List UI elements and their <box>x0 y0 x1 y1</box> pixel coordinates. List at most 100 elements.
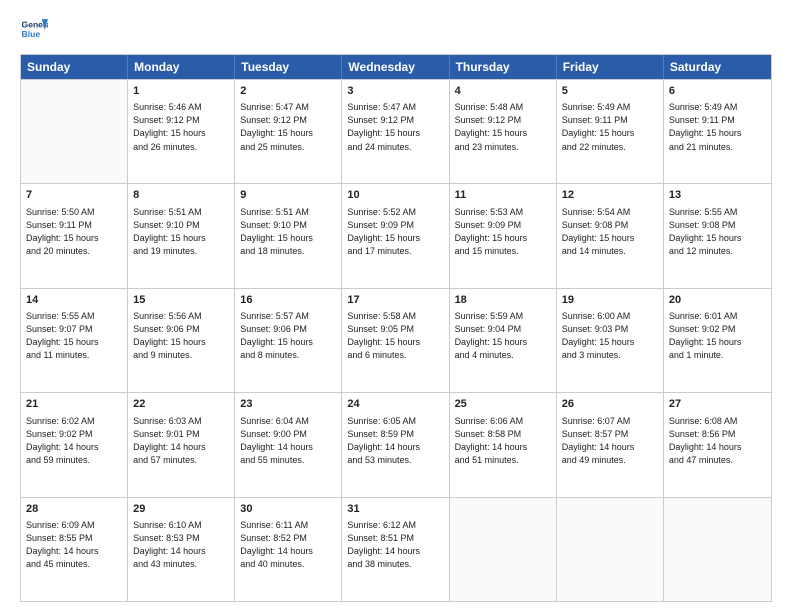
cal-cell: 28 Sunrise: 6:09 AM Sunset: 8:55 PM Dayli… <box>21 498 128 601</box>
cal-cell: 4 Sunrise: 5:48 AM Sunset: 9:12 PM Daylig… <box>450 80 557 183</box>
day-number: 5 <box>562 84 658 99</box>
day-number: 22 <box>133 397 229 412</box>
svg-text:Blue: Blue <box>22 29 41 39</box>
cal-cell <box>664 498 771 601</box>
day-info: Sunrise: 6:00 AM Sunset: 9:03 PM Dayligh… <box>562 310 658 362</box>
day-number: 29 <box>133 502 229 517</box>
calendar: SundayMondayTuesdayWednesdayThursdayFrid… <box>20 54 772 602</box>
day-info: Sunrise: 5:56 AM Sunset: 9:06 PM Dayligh… <box>133 310 229 362</box>
cal-cell: 9Sunrise: 5:51 AM Sunset: 9:10 PM Daylig… <box>235 184 342 287</box>
day-number: 1 <box>133 84 229 99</box>
cal-cell: 16Sunrise: 5:57 AM Sunset: 9:06 PM Dayli… <box>235 289 342 392</box>
cal-cell: 30Sunrise: 6:11 AM Sunset: 8:52 PM Dayli… <box>235 498 342 601</box>
day-info: Sunrise: 6:03 AM Sunset: 9:01 PM Dayligh… <box>133 415 229 467</box>
day-number: 21 <box>26 397 122 412</box>
cal-cell: 6 Sunrise: 5:49 AM Sunset: 9:11 PM Daylig… <box>664 80 771 183</box>
cal-cell: 10 Sunrise: 5:52 AM Sunset: 9:09 PM Dayli… <box>342 184 449 287</box>
cal-cell: 25 Sunrise: 6:06 AM Sunset: 8:58 PM Dayli… <box>450 393 557 496</box>
day-number: 26 <box>562 397 658 412</box>
day-info: Sunrise: 5:59 AM Sunset: 9:04 PM Dayligh… <box>455 310 551 362</box>
cal-cell: 2Sunrise: 5:47 AM Sunset: 9:12 PM Daylig… <box>235 80 342 183</box>
day-number: 25 <box>455 397 551 412</box>
cal-cell: 31 Sunrise: 6:12 AM Sunset: 8:51 PM Dayli… <box>342 498 449 601</box>
day-number: 8 <box>133 188 229 203</box>
day-number: 24 <box>347 397 443 412</box>
cal-cell: 18 Sunrise: 5:59 AM Sunset: 9:04 PM Dayli… <box>450 289 557 392</box>
day-number: 18 <box>455 293 551 308</box>
day-number: 20 <box>669 293 766 308</box>
day-info: Sunrise: 5:58 AM Sunset: 9:05 PM Dayligh… <box>347 310 443 362</box>
day-info: Sunrise: 6:10 AM Sunset: 8:53 PM Dayligh… <box>133 519 229 571</box>
day-number: 14 <box>26 293 122 308</box>
day-info: Sunrise: 5:55 AM Sunset: 9:07 PM Dayligh… <box>26 310 122 362</box>
day-info: Sunrise: 6:05 AM Sunset: 8:59 PM Dayligh… <box>347 415 443 467</box>
cal-week: 28 Sunrise: 6:09 AM Sunset: 8:55 PM Dayli… <box>21 497 771 601</box>
day-info: Sunrise: 5:54 AM Sunset: 9:08 PM Dayligh… <box>562 206 658 258</box>
day-number: 15 <box>133 293 229 308</box>
day-number: 13 <box>669 188 766 203</box>
cal-cell: 1 Sunrise: 5:46 AM Sunset: 9:12 PM Daylig… <box>128 80 235 183</box>
cal-week: 1 Sunrise: 5:46 AM Sunset: 9:12 PM Daylig… <box>21 79 771 183</box>
day-info: Sunrise: 5:47 AM Sunset: 9:12 PM Dayligh… <box>347 101 443 153</box>
logo: General Blue <box>20 16 48 44</box>
day-number: 11 <box>455 188 551 203</box>
day-info: Sunrise: 6:06 AM Sunset: 8:58 PM Dayligh… <box>455 415 551 467</box>
day-info: Sunrise: 6:01 AM Sunset: 9:02 PM Dayligh… <box>669 310 766 362</box>
cal-cell: 15 Sunrise: 5:56 AM Sunset: 9:06 PM Dayli… <box>128 289 235 392</box>
cal-cell: 12 Sunrise: 5:54 AM Sunset: 9:08 PM Dayli… <box>557 184 664 287</box>
cal-header-day: Friday <box>557 55 664 79</box>
day-number: 28 <box>26 502 122 517</box>
day-info: Sunrise: 5:46 AM Sunset: 9:12 PM Dayligh… <box>133 101 229 153</box>
day-number: 2 <box>240 84 336 99</box>
day-number: 4 <box>455 84 551 99</box>
day-info: Sunrise: 5:52 AM Sunset: 9:09 PM Dayligh… <box>347 206 443 258</box>
cal-week: 21Sunrise: 6:02 AM Sunset: 9:02 PM Dayli… <box>21 392 771 496</box>
day-number: 31 <box>347 502 443 517</box>
day-info: Sunrise: 5:55 AM Sunset: 9:08 PM Dayligh… <box>669 206 766 258</box>
cal-cell: 3 Sunrise: 5:47 AM Sunset: 9:12 PM Daylig… <box>342 80 449 183</box>
cal-week: 7Sunrise: 5:50 AM Sunset: 9:11 PM Daylig… <box>21 183 771 287</box>
cal-cell: 13 Sunrise: 5:55 AM Sunset: 9:08 PM Dayli… <box>664 184 771 287</box>
day-number: 10 <box>347 188 443 203</box>
day-info: Sunrise: 6:07 AM Sunset: 8:57 PM Dayligh… <box>562 415 658 467</box>
day-info: Sunrise: 6:08 AM Sunset: 8:56 PM Dayligh… <box>669 415 766 467</box>
day-number: 27 <box>669 397 766 412</box>
page: General Blue SundayMondayTuesdayWednesda… <box>0 0 792 612</box>
cal-cell <box>21 80 128 183</box>
cal-header-day: Saturday <box>664 55 771 79</box>
cal-cell: 26 Sunrise: 6:07 AM Sunset: 8:57 PM Dayli… <box>557 393 664 496</box>
day-info: Sunrise: 5:51 AM Sunset: 9:10 PM Dayligh… <box>240 206 336 258</box>
day-info: Sunrise: 5:51 AM Sunset: 9:10 PM Dayligh… <box>133 206 229 258</box>
day-number: 6 <box>669 84 766 99</box>
cal-cell: 21Sunrise: 6:02 AM Sunset: 9:02 PM Dayli… <box>21 393 128 496</box>
day-number: 17 <box>347 293 443 308</box>
day-number: 3 <box>347 84 443 99</box>
header: General Blue <box>20 16 772 44</box>
cal-cell: 7Sunrise: 5:50 AM Sunset: 9:11 PM Daylig… <box>21 184 128 287</box>
cal-cell: 20 Sunrise: 6:01 AM Sunset: 9:02 PM Dayli… <box>664 289 771 392</box>
day-info: Sunrise: 6:11 AM Sunset: 8:52 PM Dayligh… <box>240 519 336 571</box>
day-number: 12 <box>562 188 658 203</box>
cal-cell: 29 Sunrise: 6:10 AM Sunset: 8:53 PM Dayli… <box>128 498 235 601</box>
cal-cell: 8 Sunrise: 5:51 AM Sunset: 9:10 PM Daylig… <box>128 184 235 287</box>
cal-cell: 27 Sunrise: 6:08 AM Sunset: 8:56 PM Dayli… <box>664 393 771 496</box>
cal-header-day: Wednesday <box>342 55 449 79</box>
cal-header-day: Monday <box>128 55 235 79</box>
cal-week: 14 Sunrise: 5:55 AM Sunset: 9:07 PM Dayli… <box>21 288 771 392</box>
cal-cell: 19 Sunrise: 6:00 AM Sunset: 9:03 PM Dayli… <box>557 289 664 392</box>
cal-cell: 17 Sunrise: 5:58 AM Sunset: 9:05 PM Dayli… <box>342 289 449 392</box>
day-number: 19 <box>562 293 658 308</box>
cal-cell: 5Sunrise: 5:49 AM Sunset: 9:11 PM Daylig… <box>557 80 664 183</box>
cal-cell: 11Sunrise: 5:53 AM Sunset: 9:09 PM Dayli… <box>450 184 557 287</box>
day-number: 7 <box>26 188 122 203</box>
cal-cell <box>450 498 557 601</box>
calendar-header: SundayMondayTuesdayWednesdayThursdayFrid… <box>21 55 771 79</box>
cal-cell: 24 Sunrise: 6:05 AM Sunset: 8:59 PM Dayli… <box>342 393 449 496</box>
day-info: Sunrise: 5:49 AM Sunset: 9:11 PM Dayligh… <box>669 101 766 153</box>
day-info: Sunrise: 6:12 AM Sunset: 8:51 PM Dayligh… <box>347 519 443 571</box>
cal-header-day: Sunday <box>21 55 128 79</box>
cal-cell: 22 Sunrise: 6:03 AM Sunset: 9:01 PM Dayli… <box>128 393 235 496</box>
day-info: Sunrise: 6:09 AM Sunset: 8:55 PM Dayligh… <box>26 519 122 571</box>
cal-cell: 23Sunrise: 6:04 AM Sunset: 9:00 PM Dayli… <box>235 393 342 496</box>
day-info: Sunrise: 5:48 AM Sunset: 9:12 PM Dayligh… <box>455 101 551 153</box>
